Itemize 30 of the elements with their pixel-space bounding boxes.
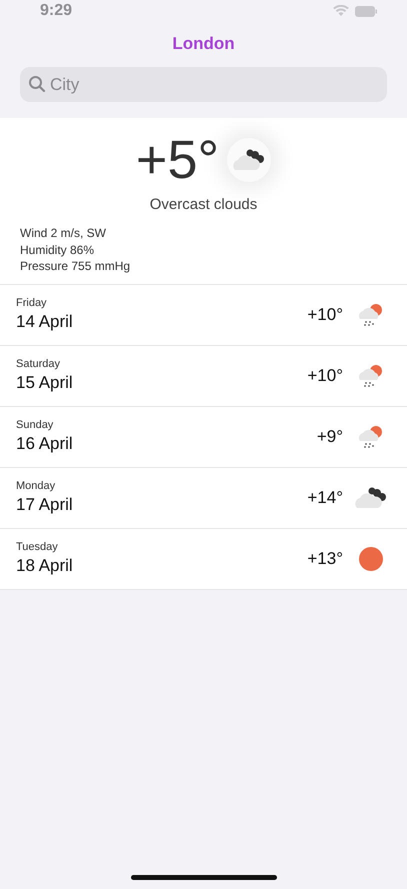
weekday-label: Tuesday <box>16 541 59 553</box>
rain-cloud-icon <box>357 302 385 328</box>
forecast-temperature: +10° <box>307 366 343 386</box>
forecast-temperature: +10° <box>307 304 343 324</box>
cloud-icon <box>353 486 389 510</box>
current-temperature: +5° <box>136 129 220 192</box>
date-label: 16 April <box>16 434 74 454</box>
weather-detail: Pressure 755 mmHg <box>20 258 132 274</box>
weekday-label: Monday <box>16 480 56 492</box>
weather-detail: Wind 2 m/s, SW <box>20 225 108 242</box>
city-title: London <box>171 33 236 55</box>
weekday-label: Friday <box>16 297 48 309</box>
forecast-temperature: +9° <box>316 426 343 446</box>
weekday-label: Sunday <box>16 419 54 431</box>
weather-description: Overcast clouds <box>148 196 258 213</box>
weather-detail: Humidity 86% <box>20 242 96 258</box>
battery-icon <box>355 6 377 16</box>
date-label: 17 April <box>16 495 74 515</box>
forecast-temperature: +14° <box>307 488 343 508</box>
date-label: 14 April <box>16 312 74 332</box>
weekday-label: Saturday <box>16 358 62 370</box>
status-time: 9:29 <box>40 2 74 20</box>
date-label: 15 April <box>16 373 74 393</box>
sun-icon <box>358 546 384 572</box>
forecast-temperature: +13° <box>307 548 343 568</box>
wifi-icon <box>333 5 349 17</box>
rain-cloud-icon <box>357 424 385 450</box>
search-field[interactable]: City <box>20 67 387 102</box>
date-label: 18 April <box>16 556 74 576</box>
rain-cloud-icon <box>357 362 385 388</box>
